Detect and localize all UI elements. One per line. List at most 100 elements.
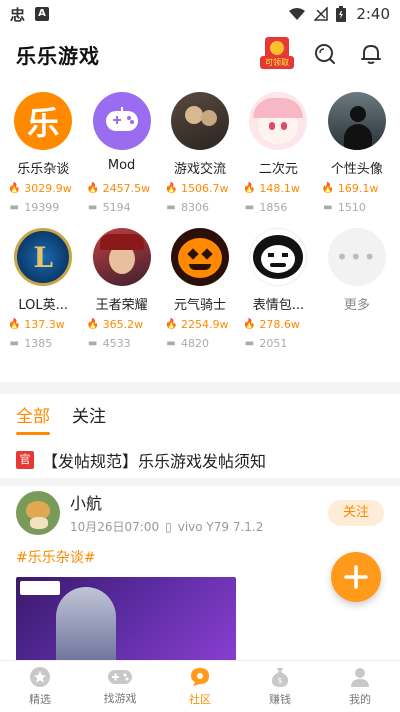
category-name: 乐乐杂谈 <box>17 162 70 177</box>
nav-label: 赚钱 <box>269 693 291 706</box>
nav-community[interactable]: 社区 <box>160 661 240 712</box>
category-posts: 4533 <box>102 337 131 350</box>
phone-icon: ▯ <box>165 519 172 534</box>
wifi-icon <box>289 8 306 20</box>
category-posts: 1856 <box>259 201 288 214</box>
category-item-lol[interactable]: L LOL英... 🔥 137.3w ▬ 1385 <box>4 228 82 350</box>
category-name: 表情包... <box>252 298 305 313</box>
clock: 2:40 <box>356 5 390 23</box>
fire-icon: 🔥 <box>86 183 100 194</box>
feed-post[interactable]: 小航 10月26日07:00 ▯ vivo Y79 7.1.2 关注 #乐乐杂谈… <box>16 490 384 667</box>
app-header: 乐乐游戏 可领取 <box>0 30 400 78</box>
comment-icon: ▬ <box>87 202 98 213</box>
category-posts: 1510 <box>337 201 366 214</box>
moneybag-icon: $ <box>271 668 289 687</box>
notification-button[interactable] <box>358 41 384 67</box>
gamepad-icon <box>108 670 132 684</box>
category-posts: 1385 <box>24 337 53 350</box>
category-item-game-talk[interactable]: 游戏交流 🔥 1506.7w ▬ 8306 <box>161 92 239 214</box>
category-item-more[interactable]: ••• 更多 <box>318 228 396 350</box>
fire-icon: 🔥 <box>165 183 178 194</box>
app-title: 乐乐游戏 <box>16 43 100 68</box>
category-item-anime[interactable]: 二次元 🔥 148.1w ▬ 1856 <box>239 92 317 214</box>
category-item-soul-knight[interactable]: 元气骑士 🔥 2254.9w ▬ 4820 <box>161 228 239 350</box>
category-name: 王者荣耀 <box>95 298 148 313</box>
nav-label: 我的 <box>349 693 371 706</box>
chat-icon <box>191 668 209 686</box>
category-heat: 3029.9w <box>24 182 72 195</box>
search-button[interactable] <box>312 41 338 67</box>
nav-earn[interactable]: $ 赚钱 <box>240 661 320 712</box>
comment-icon: ▬ <box>244 202 255 213</box>
category-posts: 4820 <box>181 337 210 350</box>
category-item-mod[interactable]: Mod 🔥 2457.5w ▬ 5194 <box>82 92 160 214</box>
category-name: 个性头像 <box>330 162 383 177</box>
comment-icon: ▬ <box>166 338 176 349</box>
category-posts: 19399 <box>24 201 60 214</box>
new-post-button[interactable] <box>331 552 381 602</box>
comment-icon: ▬ <box>9 338 19 349</box>
comment-icon: ▬ <box>87 338 98 349</box>
no-signal-icon <box>314 7 329 21</box>
gift-claim-button[interactable]: 可领取 <box>260 37 294 71</box>
gamepad-logo-icon <box>92 92 151 150</box>
category-item-avatar[interactable]: 个性头像 🔥 169.1w ▬ 1510 <box>318 92 396 214</box>
chinese-glyph-icon: 忠 <box>10 5 26 24</box>
post-author[interactable]: 小航 <box>70 490 263 514</box>
plus-icon <box>344 565 368 589</box>
post-topic-tag[interactable]: #乐乐杂谈# <box>16 547 384 567</box>
category-heat: 137.3w <box>24 318 65 331</box>
nav-label: 找游戏 <box>103 692 137 705</box>
category-heat: 169.1w <box>337 182 379 195</box>
bottom-nav: 精选 找游戏 社区 $ 赚钱 我的 <box>0 660 400 712</box>
gift-claim-label: 可领取 <box>260 56 294 69</box>
status-bar: 忠 A 2:40 <box>0 0 400 28</box>
fire-icon: 🔥 <box>165 319 178 330</box>
le-logo-icon: 乐 <box>14 92 73 150</box>
comment-icon: ▬ <box>244 338 255 349</box>
person-icon <box>351 668 369 687</box>
category-name: LOL英... <box>18 298 69 313</box>
bell-icon <box>361 44 381 64</box>
banner-badge-icon <box>20 581 60 595</box>
category-posts: 2051 <box>259 337 288 350</box>
category-heat: 365.2w <box>102 318 144 331</box>
avatar[interactable] <box>16 490 60 535</box>
fire-icon: 🔥 <box>243 183 256 194</box>
category-heat: 2254.9w <box>181 318 229 331</box>
comment-icon: ▬ <box>166 202 176 213</box>
search-icon <box>315 44 335 64</box>
post-time: 10月26日07:00 <box>70 520 160 534</box>
star-icon <box>30 667 50 687</box>
category-heat: 2457.5w <box>102 182 151 195</box>
category-grid: 乐 乐乐杂谈 🔥 3029.9w ▬ 19399 Mod 🔥 2457.5w ▬ 519… <box>0 92 400 350</box>
official-notice[interactable]: 官 【发帖规范】乐乐游戏发帖须知 <box>16 448 266 472</box>
a-icon: A <box>35 7 50 21</box>
category-item-lele-chat[interactable]: 乐 乐乐杂谈 🔥 3029.9w ▬ 19399 <box>4 92 82 214</box>
battery-icon <box>336 6 347 22</box>
svg-text:$: $ <box>277 676 282 685</box>
category-item-memes[interactable]: 表情包... 🔥 278.6w ▬ 2051 <box>239 228 317 350</box>
fire-icon: 🔥 <box>243 319 256 330</box>
photo-avatar-icon <box>171 92 230 150</box>
notice-title: 【发帖规范】乐乐游戏发帖须知 <box>42 452 267 471</box>
nav-me[interactable]: 我的 <box>320 661 400 712</box>
category-item-honor-of-kings[interactable]: 王者荣耀 🔥 365.2w ▬ 4533 <box>82 228 160 350</box>
category-name: Mod <box>107 158 136 173</box>
tab-all[interactable]: 全部 <box>16 402 50 435</box>
robot-figure-icon <box>56 587 116 667</box>
tab-following[interactable]: 关注 <box>72 402 106 435</box>
category-name: 元气骑士 <box>174 298 227 313</box>
post-image[interactable] <box>16 577 236 667</box>
fire-icon: 🔥 <box>321 183 335 194</box>
follow-button[interactable]: 关注 <box>328 499 384 526</box>
anime-girl-icon <box>249 92 308 150</box>
fire-icon: 🔥 <box>8 183 21 194</box>
post-device: vivo Y79 7.1.2 <box>177 519 264 534</box>
category-name: 更多 <box>343 298 370 313</box>
lol-logo-icon: L <box>14 228 73 286</box>
nav-featured[interactable]: 精选 <box>0 661 80 712</box>
category-heat: 1506.7w <box>181 182 229 195</box>
pumpkin-icon <box>171 228 230 286</box>
nav-find-games[interactable]: 找游戏 <box>80 661 160 712</box>
